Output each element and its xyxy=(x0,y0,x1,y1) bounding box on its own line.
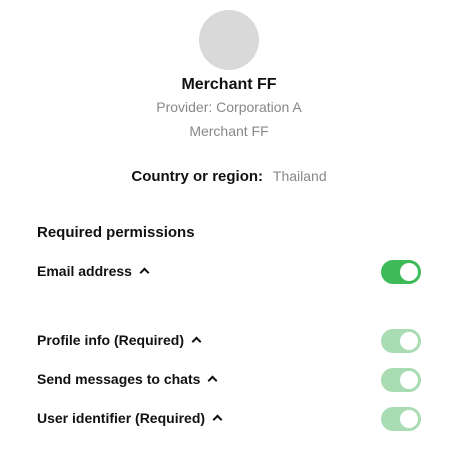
messages-permission-toggle xyxy=(381,368,421,392)
merchant-subtitle: Merchant FF xyxy=(189,123,269,139)
chevron-up-icon xyxy=(207,375,218,386)
avatar xyxy=(199,10,259,70)
permission-label: User identifier (Required) xyxy=(37,410,206,426)
country-value: Thailand xyxy=(272,168,327,184)
permission-label: Email address xyxy=(37,263,132,279)
chevron-up-icon xyxy=(212,414,223,425)
permission-row-email: Email address xyxy=(37,260,421,284)
chevron-up-icon xyxy=(139,267,150,278)
permission-label: Profile info (Required) xyxy=(37,332,184,348)
profile-permission-toggle xyxy=(381,329,421,353)
permissions-title: Required permissions xyxy=(37,224,195,241)
merchant-name: Merchant FF xyxy=(181,76,277,93)
permission-profile-toggle-expand[interactable]: Profile info (Required) xyxy=(37,332,202,348)
provider-text: Provider: Corporation A xyxy=(156,99,302,115)
permission-identifier-toggle-expand[interactable]: User identifier (Required) xyxy=(37,410,223,426)
permission-messages-toggle-expand[interactable]: Send messages to chats xyxy=(37,371,218,387)
country-row: Country or region: Thailand xyxy=(0,168,458,185)
country-label: Country or region: xyxy=(131,168,264,185)
toggle-knob xyxy=(400,371,418,389)
permission-row-profile: Profile info (Required) xyxy=(37,329,421,353)
identifier-permission-toggle xyxy=(381,407,421,431)
permission-row-messages: Send messages to chats xyxy=(37,368,421,392)
toggle-knob xyxy=(400,332,418,350)
chevron-up-icon xyxy=(191,336,202,347)
permission-label: Send messages to chats xyxy=(37,371,201,387)
permission-row-identifier: User identifier (Required) xyxy=(37,407,421,431)
permission-email-toggle-expand[interactable]: Email address xyxy=(37,263,150,279)
toggle-knob xyxy=(400,410,418,428)
toggle-knob xyxy=(400,263,418,281)
email-permission-toggle[interactable] xyxy=(381,260,421,284)
